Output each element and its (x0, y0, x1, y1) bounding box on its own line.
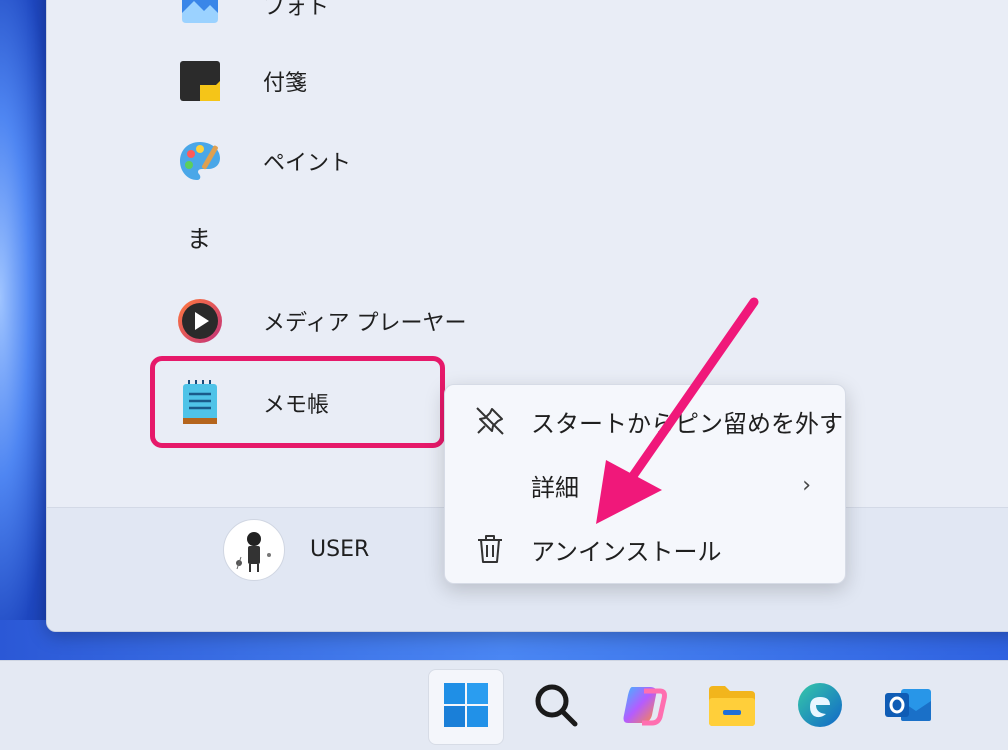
menu-item-uninstall[interactable]: アンインストール (445, 517, 845, 581)
app-item-photos[interactable]: フォト (47, 0, 547, 37)
outlook-icon (883, 681, 933, 733)
app-label: ペイント (263, 151, 352, 176)
file-explorer-icon (707, 682, 757, 732)
app-item-paint[interactable]: ペイント (47, 129, 547, 193)
menu-label: アンインストール (531, 537, 722, 566)
sticky-notes-icon (177, 58, 223, 104)
menu-item-unpin[interactable]: スタートからピン留めを外す (445, 389, 845, 453)
app-item-media-player[interactable]: メディア プレーヤー (47, 289, 547, 353)
app-label: メモ帳 (263, 393, 330, 418)
app-label: メディア プレーヤー (263, 311, 467, 336)
media-player-icon (177, 298, 223, 344)
photos-icon (177, 0, 223, 28)
copilot-button[interactable] (606, 669, 682, 745)
chevron-right-icon: › (802, 472, 811, 498)
menu-label: スタートからピン留めを外す (531, 409, 843, 438)
search-button[interactable] (518, 669, 594, 745)
menu-label: 詳細 (531, 473, 579, 502)
trash-icon (473, 532, 507, 566)
section-letter[interactable]: ま (187, 219, 211, 254)
app-label: フォト (263, 0, 330, 20)
start-button[interactable] (428, 669, 504, 745)
search-icon (533, 682, 579, 732)
file-explorer-button[interactable] (694, 669, 770, 745)
copilot-icon (620, 681, 668, 733)
outlook-button[interactable] (870, 669, 946, 745)
edge-button[interactable] (782, 669, 858, 745)
taskbar (0, 660, 1008, 750)
menu-item-details[interactable]: 詳細 › (445, 453, 845, 517)
app-label: 付箋 (263, 71, 308, 96)
context-menu: スタートからピン留めを外す 詳細 › アンインストール (444, 384, 846, 584)
edge-icon (796, 681, 844, 733)
user-name[interactable]: USER (310, 537, 369, 562)
notepad-icon (177, 380, 223, 426)
unpin-icon (473, 404, 507, 438)
start-icon (442, 681, 490, 733)
avatar[interactable] (223, 519, 285, 581)
app-item-sticky-notes[interactable]: 付箋 (47, 49, 547, 113)
paint-icon (177, 138, 223, 184)
